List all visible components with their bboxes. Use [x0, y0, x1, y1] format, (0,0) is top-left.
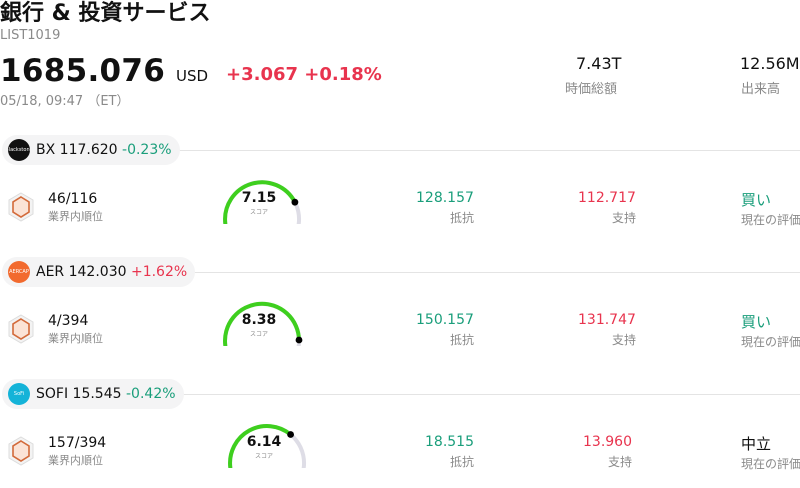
stock-chip[interactable]: SoFi SOFI 15.545 -0.42% [2, 379, 184, 409]
volume-value: 12.56M [740, 54, 800, 73]
support-value: 131.747 [578, 312, 636, 328]
score-value: 7.15 [241, 190, 277, 206]
score-label: スコア [249, 331, 268, 338]
stock-price: 15.545 [72, 386, 122, 402]
market-cap-label: 時価総額 [565, 82, 618, 97]
row-separator [172, 272, 800, 273]
industry-rank-label: 業界内順位 [48, 332, 103, 345]
resistance-value: 128.157 [416, 190, 474, 206]
stock-change: -0.42% [126, 386, 176, 402]
stock-price: 117.620 [59, 142, 118, 158]
score-label: スコア [254, 453, 273, 460]
rank-hexagon-icon [8, 192, 34, 222]
row-separator [172, 150, 800, 151]
resistance-label: 抵抗 [450, 211, 475, 225]
rank-hexagon-icon [8, 314, 34, 344]
price-change: +3.067 +0.18% [226, 64, 382, 85]
industry-rank-label: 業界内順位 [48, 454, 103, 467]
stock-price: 142.030 [68, 264, 127, 280]
support-value: 13.960 [583, 434, 632, 450]
support-label: 支持 [608, 455, 633, 469]
score-value: 8.38 [241, 312, 277, 328]
row-separator [172, 394, 800, 395]
stock-ticker: SOFI [36, 386, 69, 402]
industry-rank-label: 業界内順位 [48, 210, 103, 223]
stock-ticker: AER [36, 264, 65, 280]
rating-value: 買い [741, 313, 772, 331]
stock-change: -0.23% [122, 142, 172, 158]
list-code: LIST1019 [0, 28, 61, 43]
resistance-value: 18.515 [425, 434, 474, 450]
timestamp: 05/18, 09:47 （ET） [0, 94, 130, 109]
company-logo: Blackstone [8, 139, 30, 161]
score-label: スコア [249, 209, 268, 216]
stock-chip[interactable]: Blackstone BX 117.620 -0.23% [2, 135, 180, 165]
page-title: 銀行 & 投資サービス [0, 1, 211, 26]
company-logo: SoFi [8, 383, 30, 405]
rating-value: 中立 [741, 435, 772, 453]
support-value: 112.717 [578, 190, 636, 206]
resistance-value: 150.157 [416, 312, 474, 328]
rating-label: 現在の評価 [741, 335, 800, 349]
support-label: 支持 [612, 333, 637, 347]
support-label: 支持 [612, 211, 637, 225]
rank-hexagon-icon [8, 436, 34, 466]
index-price: 1685.076 [0, 53, 166, 89]
stock-chip[interactable]: AERCAP AER 142.030 +1.62% [2, 257, 196, 287]
stock-change: +1.62% [130, 264, 188, 280]
resistance-label: 抵抗 [450, 333, 475, 347]
currency-label: USD [176, 67, 209, 85]
score-value: 6.14 [246, 434, 282, 450]
stock-ticker: BX [36, 142, 56, 158]
volume-label: 出来高 [741, 82, 781, 97]
industry-rank: 4/394 [48, 313, 89, 329]
industry-rank: 157/394 [48, 435, 107, 451]
industry-rank: 46/116 [48, 191, 98, 207]
company-logo: AERCAP [8, 261, 30, 283]
rating-label: 現在の評価 [741, 457, 800, 471]
rating-value: 買い [741, 191, 772, 209]
resistance-label: 抵抗 [450, 455, 475, 469]
market-cap-value: 7.43T [576, 54, 622, 73]
rating-label: 現在の評価 [741, 213, 800, 227]
